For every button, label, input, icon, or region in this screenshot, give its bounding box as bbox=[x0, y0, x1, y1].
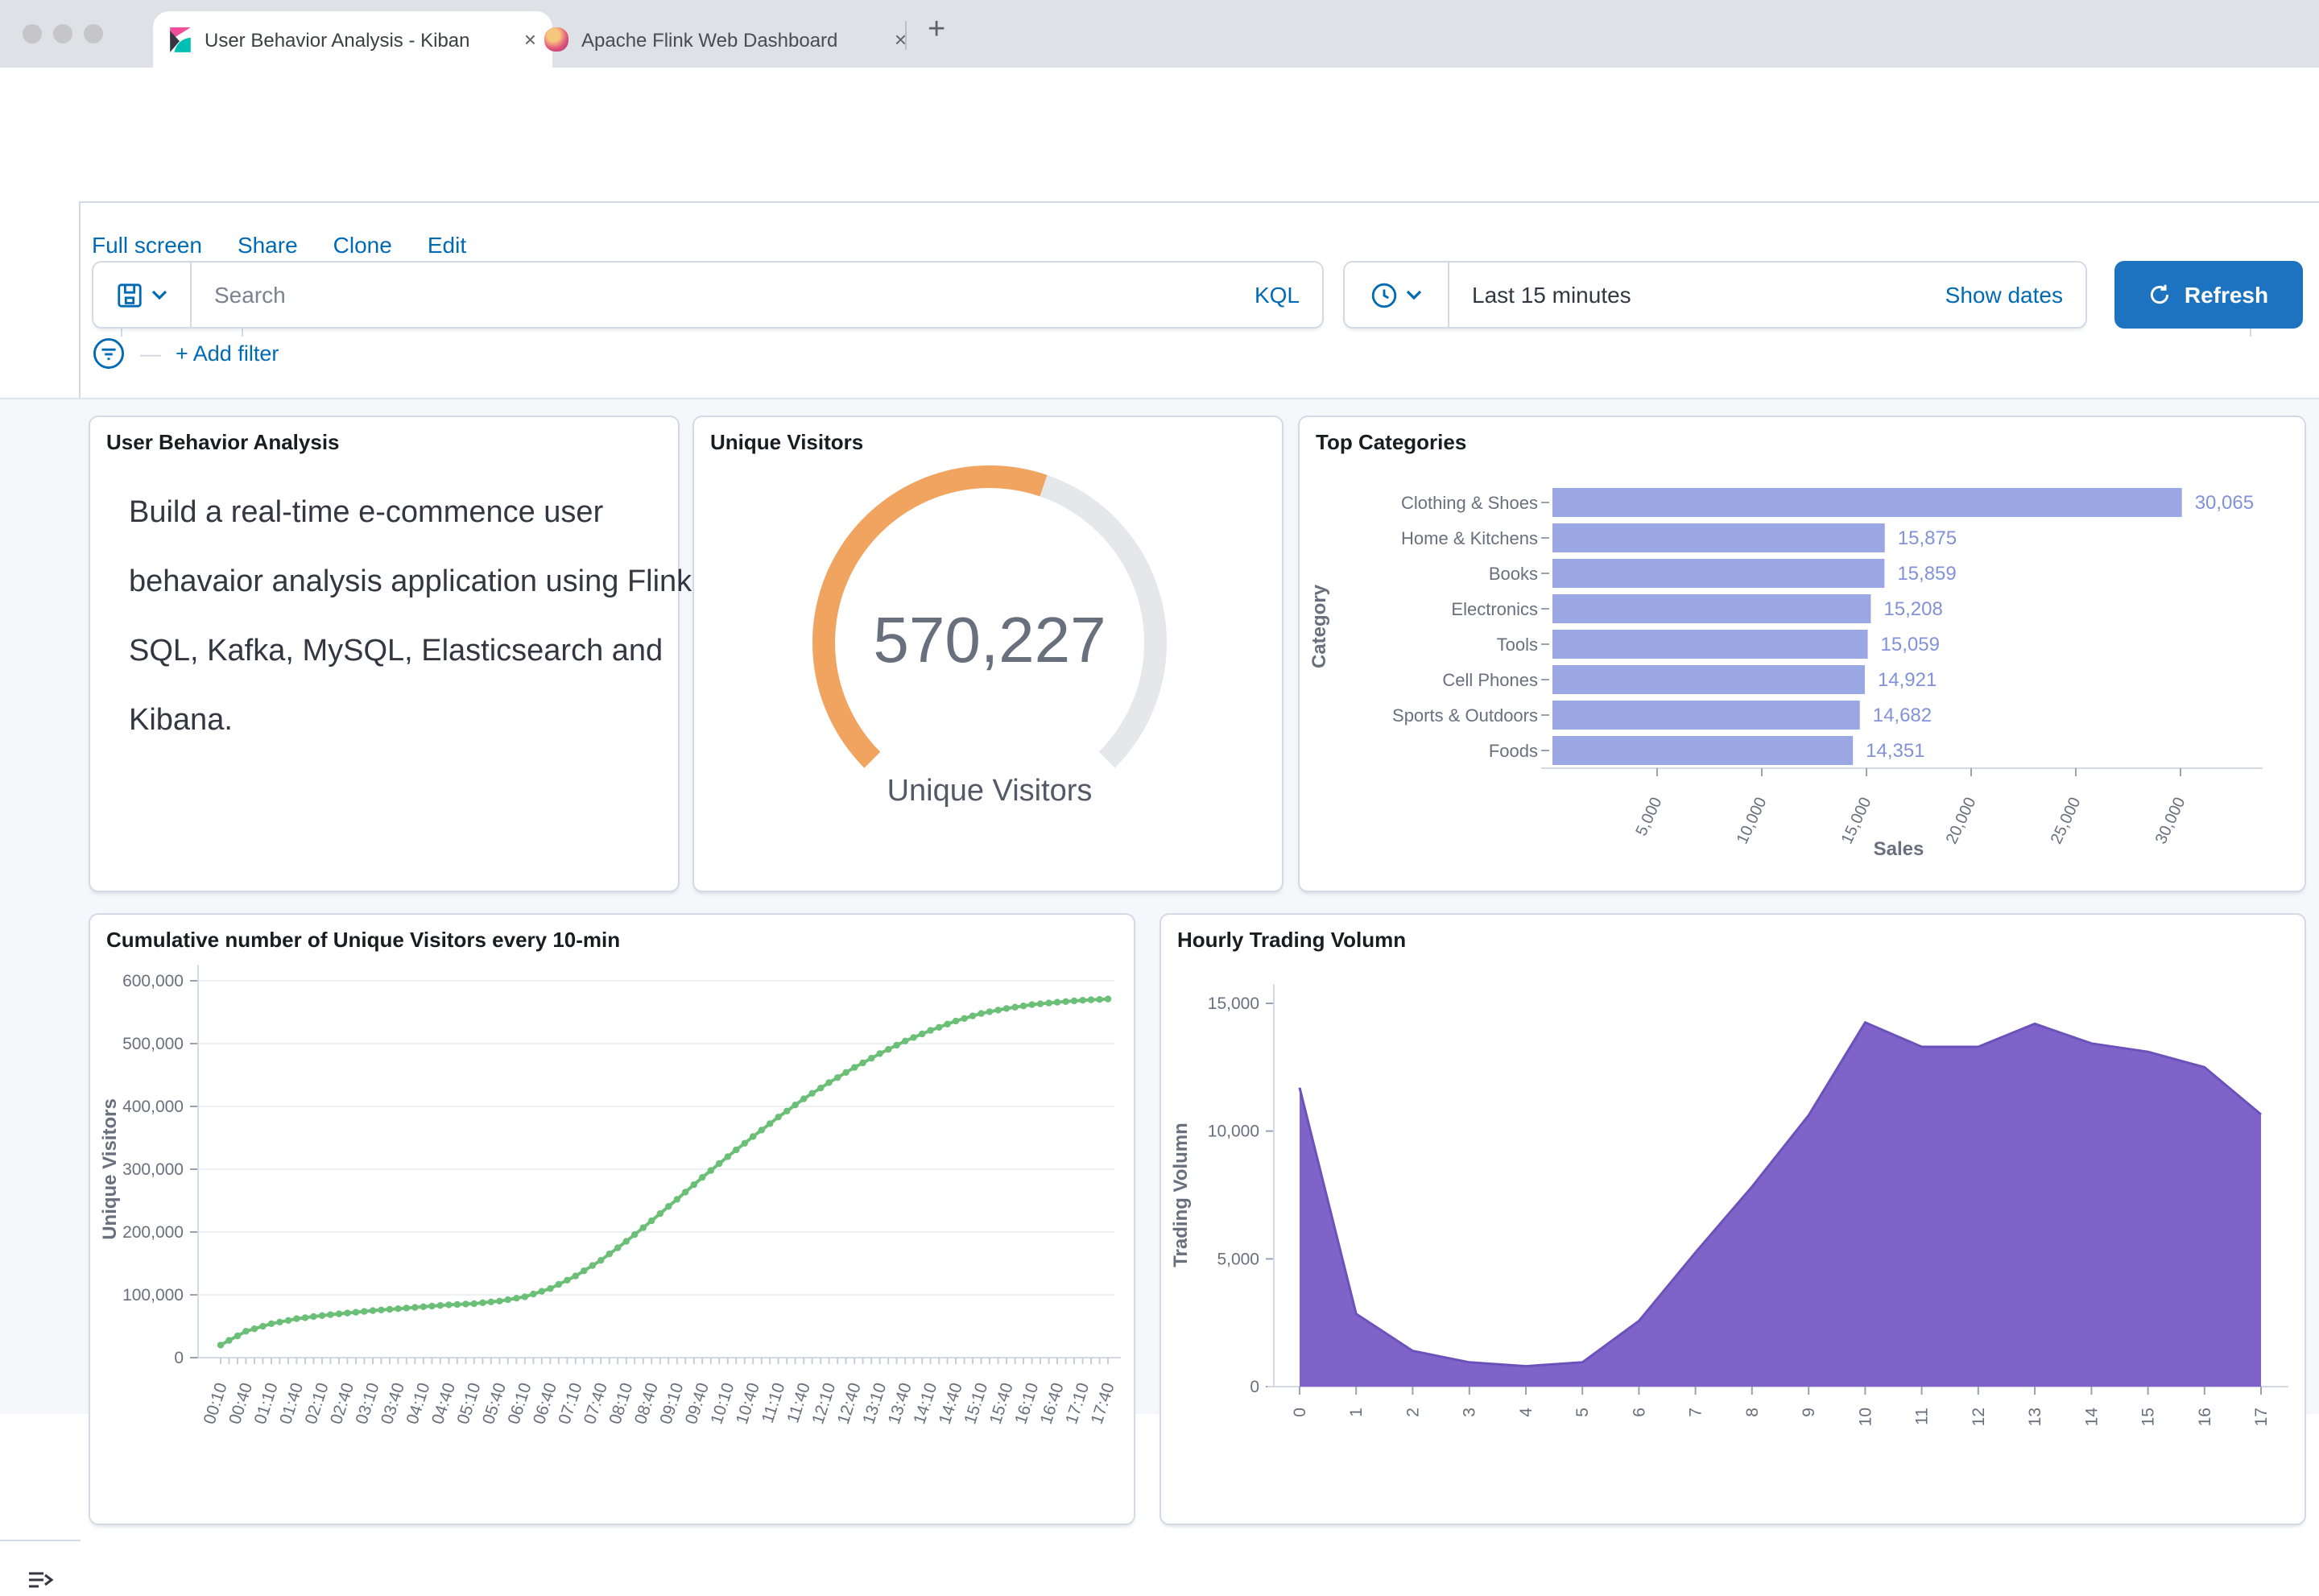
search-bar: Search KQL bbox=[92, 261, 1324, 329]
svg-text:0: 0 bbox=[174, 1349, 184, 1367]
search-input[interactable]: Search bbox=[214, 282, 1255, 308]
svg-text:14,921: 14,921 bbox=[1878, 669, 1937, 691]
svg-text:5,000: 5,000 bbox=[1217, 1250, 1259, 1268]
svg-text:13: 13 bbox=[2026, 1408, 2044, 1426]
filter-icon[interactable] bbox=[92, 337, 126, 370]
svg-text:15: 15 bbox=[2139, 1408, 2158, 1426]
svg-text:30,000: 30,000 bbox=[2152, 795, 2189, 847]
collapse-nav-icon[interactable] bbox=[24, 1564, 56, 1596]
filter-bar: — + Add filter bbox=[92, 337, 279, 370]
svg-text:10,000: 10,000 bbox=[1734, 795, 1771, 847]
svg-text:Unique Visitors: Unique Visitors bbox=[99, 1098, 121, 1240]
window-zoom-button[interactable] bbox=[84, 24, 103, 43]
full-screen-link[interactable]: Full screen bbox=[92, 232, 202, 258]
svg-text:14,682: 14,682 bbox=[1873, 705, 1932, 726]
svg-text:11: 11 bbox=[1913, 1408, 1932, 1425]
save-icon bbox=[116, 281, 143, 308]
panel-markdown: User Behavior Analysis Build a real-time… bbox=[89, 416, 680, 892]
svg-text:Clothing & Shoes: Clothing & Shoes bbox=[1401, 493, 1538, 513]
cumulative-visitors-line-chart: 0 100,000 200,000 300,000 400,000 500,000 600,… bbox=[90, 915, 1137, 1527]
svg-text:Unique Visitors: Unique Visitors bbox=[887, 774, 1093, 808]
svg-text:Tools: Tools bbox=[1497, 635, 1538, 655]
svg-text:Trading Volumn: Trading Volumn bbox=[1170, 1123, 1192, 1267]
svg-text:30,065: 30,065 bbox=[2195, 492, 2254, 514]
svg-text:15,059: 15,059 bbox=[1881, 634, 1940, 655]
svg-text:10,000: 10,000 bbox=[1208, 1123, 1259, 1141]
share-link[interactable]: Share bbox=[238, 232, 298, 258]
svg-text:25,000: 25,000 bbox=[2048, 795, 2085, 847]
svg-text:Electronics: Electronics bbox=[1451, 599, 1538, 619]
svg-text:16: 16 bbox=[2196, 1408, 2214, 1426]
refresh-icon bbox=[2149, 283, 2172, 306]
svg-text:15,875: 15,875 bbox=[1898, 527, 1957, 549]
edit-link[interactable]: Edit bbox=[428, 232, 466, 258]
time-range-value[interactable]: Last 15 minutes bbox=[1472, 282, 1945, 308]
panel-cumulative-visitors: Cumulative number of Unique Visitors eve… bbox=[89, 913, 1135, 1525]
chevron-down-icon bbox=[151, 289, 167, 300]
kibana-header: D Dashboard / User Behavior Analysis bbox=[0, 135, 2319, 203]
svg-text:0: 0 bbox=[1250, 1378, 1259, 1396]
window-minimize-button[interactable] bbox=[53, 24, 72, 43]
new-tab-button[interactable]: + bbox=[928, 13, 945, 48]
screen: User Behavior Analysis - Kiban × Apache … bbox=[0, 0, 2319, 1412]
svg-text:600,000: 600,000 bbox=[122, 972, 184, 990]
tab-title: Apache Flink Web Dashboard bbox=[581, 28, 882, 51]
svg-text:14,351: 14,351 bbox=[1866, 740, 1924, 762]
svg-text:5,000: 5,000 bbox=[1632, 795, 1665, 839]
tab-separator bbox=[905, 21, 907, 50]
kql-button[interactable]: KQL bbox=[1255, 282, 1300, 308]
svg-text:17: 17 bbox=[2252, 1408, 2271, 1426]
svg-text:15,000: 15,000 bbox=[1838, 795, 1875, 847]
svg-text:Category: Category bbox=[1308, 584, 1330, 668]
svg-text:14: 14 bbox=[2082, 1408, 2101, 1427]
svg-text:Books: Books bbox=[1489, 564, 1538, 584]
panel-hourly-trading-volume: Hourly Trading Volumn 05,00010,00015,000… bbox=[1160, 913, 2306, 1525]
clock-icon bbox=[1370, 281, 1398, 308]
clone-link[interactable]: Clone bbox=[333, 232, 392, 258]
chevron-down-icon bbox=[1406, 289, 1422, 300]
svg-text:10: 10 bbox=[1856, 1408, 1875, 1426]
window-close-button[interactable] bbox=[23, 24, 42, 43]
svg-text:200,000: 200,000 bbox=[122, 1223, 184, 1242]
panel-title: User Behavior Analysis bbox=[106, 430, 340, 454]
svg-text:Sports & Outdoors: Sports & Outdoors bbox=[1392, 705, 1538, 726]
svg-text:Home & Kitchens: Home & Kitchens bbox=[1401, 528, 1538, 548]
top-categories-bar-chart: Clothing & Shoes 30,065 Home & Kitchens 15,… bbox=[1300, 417, 2308, 894]
svg-text:Foods: Foods bbox=[1489, 741, 1538, 761]
tab-apache-flink[interactable]: Apache Flink Web Dashboard × bbox=[531, 11, 920, 68]
saved-query-button[interactable] bbox=[93, 263, 192, 327]
panel-top-categories: Top Categories Clothing & Shoes30,065Hom… bbox=[1298, 416, 2306, 892]
svg-text:400,000: 400,000 bbox=[122, 1098, 184, 1116]
markdown-body: Build a real-time e-commence user behava… bbox=[129, 478, 692, 755]
refresh-button[interactable]: Refresh bbox=[2114, 261, 2303, 329]
tab-user-behavior-analysis[interactable]: User Behavior Analysis - Kiban × bbox=[153, 11, 552, 68]
add-filter-link[interactable]: + Add filter bbox=[176, 341, 279, 366]
unique-visitors-gauge-chart: 570,227 Unique Visitors bbox=[694, 417, 1285, 894]
svg-text:15,859: 15,859 bbox=[1897, 563, 1956, 585]
svg-text:12: 12 bbox=[1970, 1408, 1988, 1426]
svg-text:100,000: 100,000 bbox=[122, 1286, 184, 1305]
dashboard-grid: User Behavior Analysis Build a real-time… bbox=[0, 398, 2319, 1414]
dashboard-action-bar: Full screen Share Clone Edit bbox=[92, 232, 466, 258]
svg-text:20,000: 20,000 bbox=[1943, 795, 1980, 847]
svg-text:15,208: 15,208 bbox=[1883, 598, 1942, 620]
time-picker-quick-button[interactable] bbox=[1345, 263, 1449, 327]
svg-text:Cell Phones: Cell Phones bbox=[1442, 670, 1538, 690]
flink-favicon bbox=[544, 27, 568, 52]
browser-toolbar: ← → ↻ i localhost:5601/app/kibana#/dashb… bbox=[0, 68, 2319, 137]
svg-text:Sales: Sales bbox=[1874, 838, 1924, 860]
hourly-trading-volume-area-chart: 05,00010,00015,0000123456789101112131415… bbox=[1161, 915, 2308, 1527]
browser-tab-strip: User Behavior Analysis - Kiban × Apache … bbox=[0, 0, 2319, 68]
svg-text:570,227: 570,227 bbox=[873, 604, 1106, 676]
svg-text:300,000: 300,000 bbox=[122, 1160, 184, 1179]
panel-unique-visitors-gauge: Unique Visitors 570,227 Unique Visitors bbox=[692, 416, 1284, 892]
filter-dash: — bbox=[140, 341, 161, 366]
tab-title: User Behavior Analysis - Kiban bbox=[205, 28, 511, 51]
kibana-favicon bbox=[169, 27, 192, 52]
time-picker: Last 15 minutes Show dates bbox=[1343, 261, 2087, 329]
svg-text:500,000: 500,000 bbox=[122, 1035, 184, 1053]
show-dates-link[interactable]: Show dates bbox=[1945, 282, 2063, 308]
svg-text:15,000: 15,000 bbox=[1208, 994, 1259, 1013]
